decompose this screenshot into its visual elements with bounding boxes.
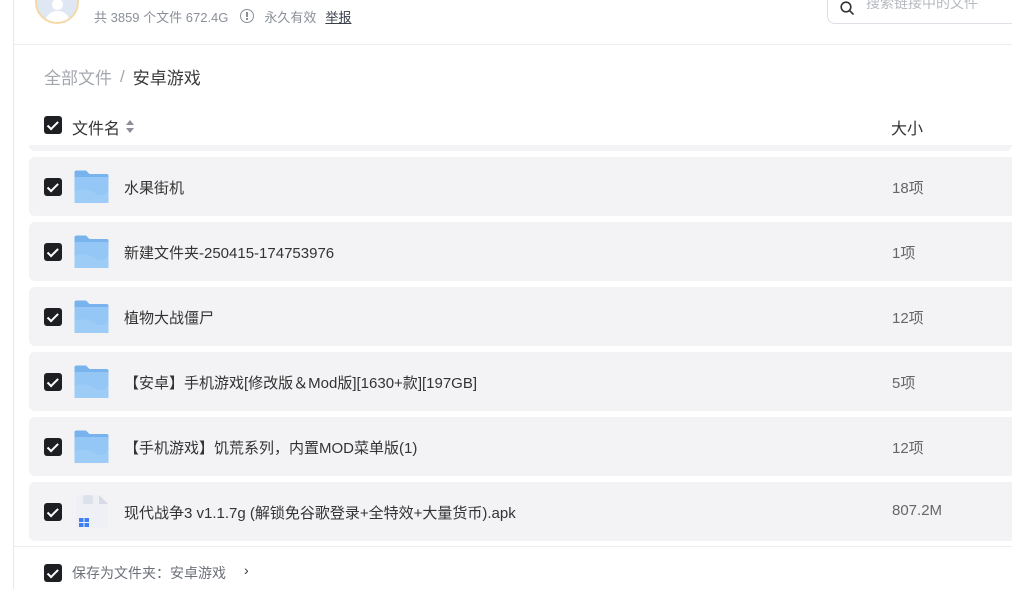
row-checkbox[interactable] xyxy=(44,178,62,196)
table-row[interactable]: 【安卓】手机游戏[修改版＆Mod版][1630+款][197GB] 5项 xyxy=(29,352,1012,411)
table-row[interactable]: 植物大战僵尸 12项 xyxy=(29,287,1012,346)
sort-icon[interactable] xyxy=(126,120,135,134)
apk-file-icon xyxy=(76,495,108,528)
share-header: 共 3859 个文件 672.4G 永久有效 举报 xyxy=(14,0,1012,45)
column-name-label: 文件名 xyxy=(72,121,121,138)
folder-icon xyxy=(74,170,109,203)
file-size: 5项 xyxy=(892,375,916,392)
file-size: 807.2M xyxy=(892,502,943,519)
report-link[interactable]: 举报 xyxy=(325,7,351,26)
save-as-folder-label[interactable]: 保存为文件夹：安卓游戏 xyxy=(72,563,226,583)
column-size-header: 大小 xyxy=(891,121,924,138)
avatar-head xyxy=(52,0,63,10)
table-row-partial xyxy=(29,145,1012,151)
search-box[interactable] xyxy=(827,0,1012,24)
table-header: 文件名 大小 xyxy=(14,104,1012,146)
search-input[interactable] xyxy=(866,0,1012,15)
avatar xyxy=(35,0,79,24)
validity-text: 永久有效 xyxy=(264,9,317,25)
file-size: 12项 xyxy=(892,440,924,457)
row-checkbox[interactable] xyxy=(44,373,62,391)
search-icon[interactable] xyxy=(840,1,854,15)
row-checkbox[interactable] xyxy=(44,243,62,261)
file-name[interactable]: 植物大战僵尸 xyxy=(124,307,214,328)
folder-icon xyxy=(74,430,109,463)
file-name[interactable]: 水果街机 xyxy=(124,177,184,198)
file-name[interactable]: 现代战争3 v1.1.7g (解锁免谷歌登录+全特效+大量货币).apk xyxy=(124,502,516,523)
share-meta: 共 3859 个文件 672.4G 永久有效 举报 xyxy=(94,6,351,26)
file-name[interactable]: 【手机游戏】饥荒系列，内置MOD菜单版(1) xyxy=(124,437,417,458)
breadcrumb-root[interactable]: 全部文件 xyxy=(44,64,112,89)
table-row[interactable]: 现代战争3 v1.1.7g (解锁免谷歌登录+全特效+大量货币).apk 807… xyxy=(29,482,1012,541)
page-left-border xyxy=(13,0,14,589)
file-name[interactable]: 【安卓】手机游戏[修改版＆Mod版][1630+款][197GB] xyxy=(124,372,477,393)
save-as-folder-checkbox[interactable] xyxy=(44,564,62,582)
file-size: 18项 xyxy=(892,180,924,197)
column-name-header[interactable]: 文件名 xyxy=(72,115,135,139)
table-row[interactable]: 新建文件夹-250415-174753976 1项 xyxy=(29,222,1012,281)
row-checkbox[interactable] xyxy=(44,503,62,521)
file-name[interactable]: 新建文件夹-250415-174753976 xyxy=(124,242,334,263)
folder-icon xyxy=(74,300,109,333)
file-size: 1项 xyxy=(892,245,916,262)
row-checkbox[interactable] xyxy=(44,438,62,456)
breadcrumb-separator: / xyxy=(120,66,125,86)
table-row[interactable]: 水果街机 18项 xyxy=(29,157,1012,216)
avatar-body xyxy=(45,11,70,22)
table-row[interactable]: 【手机游戏】饥荒系列，内置MOD菜单版(1) 12项 xyxy=(29,417,1012,476)
row-checkbox[interactable] xyxy=(44,308,62,326)
select-all-checkbox[interactable] xyxy=(44,116,62,134)
breadcrumb: 全部文件 / 安卓游戏 xyxy=(44,64,201,89)
breadcrumb-current: 安卓游戏 xyxy=(132,69,201,88)
info-icon[interactable] xyxy=(240,9,255,23)
file-count-size: 共 3859 个文件 672.4G xyxy=(94,9,229,25)
file-size: 12项 xyxy=(892,310,924,327)
folder-icon xyxy=(74,365,109,398)
save-footer: 保存为文件夹：安卓游戏 › xyxy=(14,547,1012,589)
chevron-right-icon[interactable]: › xyxy=(244,562,249,578)
folder-icon xyxy=(74,235,109,268)
